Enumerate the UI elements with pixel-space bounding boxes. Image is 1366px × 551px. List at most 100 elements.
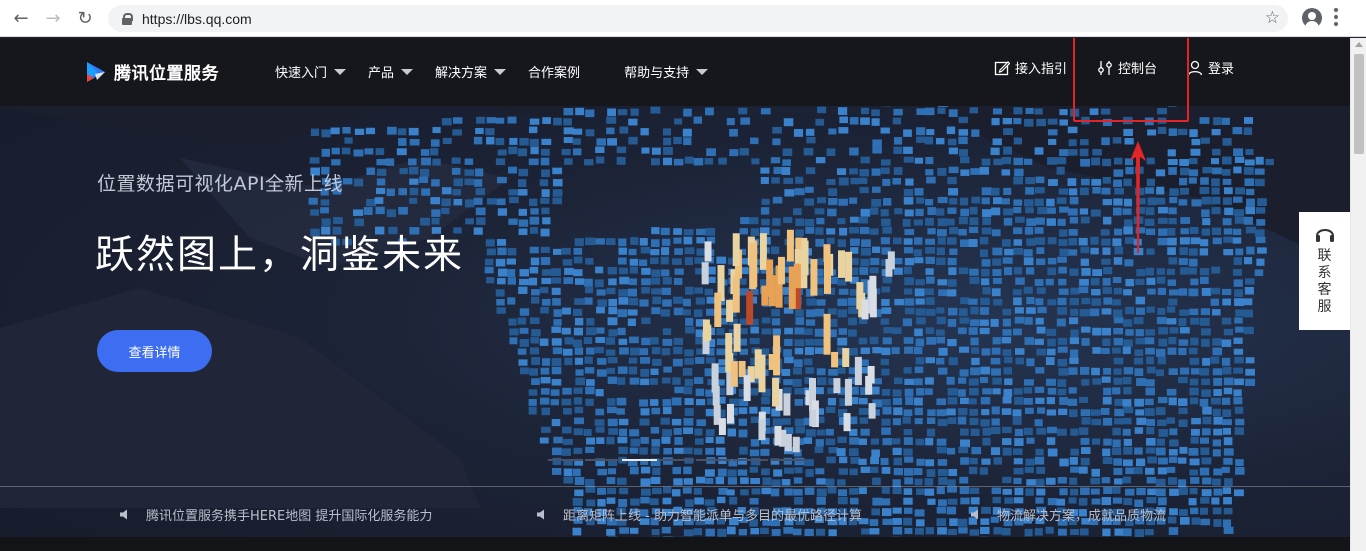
map-tile bbox=[903, 197, 914, 205]
carousel-dot[interactable] bbox=[770, 459, 805, 461]
view-details-button[interactable]: 查看详情 bbox=[97, 330, 212, 372]
map-tile bbox=[694, 287, 704, 294]
map-tile bbox=[617, 309, 628, 318]
map-tile bbox=[925, 169, 934, 176]
map-tile bbox=[1103, 216, 1112, 225]
nav-item[interactable]: 合作案例 bbox=[528, 62, 580, 81]
map-tile bbox=[1146, 426, 1155, 435]
map-tile bbox=[990, 187, 1000, 196]
map-tile bbox=[421, 157, 431, 166]
carousel-dot[interactable] bbox=[548, 459, 583, 461]
carousel-dot[interactable] bbox=[733, 459, 768, 461]
map-tile bbox=[925, 327, 935, 335]
map-tile bbox=[683, 386, 693, 395]
map-tile bbox=[1234, 289, 1243, 297]
map-tile bbox=[1212, 368, 1223, 376]
login-link[interactable]: 登录 bbox=[1187, 58, 1234, 77]
map-tile bbox=[1014, 428, 1024, 437]
map-tile bbox=[1254, 269, 1264, 277]
map-tile bbox=[586, 347, 595, 355]
map-tile bbox=[607, 108, 616, 116]
map-tile bbox=[497, 247, 507, 256]
carousel-dot[interactable] bbox=[659, 459, 694, 461]
map-tile bbox=[881, 389, 891, 396]
map-tile bbox=[858, 177, 868, 185]
map-tile bbox=[1166, 466, 1176, 473]
carousel-dot[interactable] bbox=[585, 459, 620, 461]
back-icon[interactable]: ← bbox=[10, 7, 32, 29]
map-tile bbox=[1035, 237, 1046, 245]
map-tile bbox=[1113, 458, 1123, 466]
map-tile bbox=[673, 447, 684, 454]
star-icon[interactable]: ☆ bbox=[1265, 8, 1280, 28]
map-tile bbox=[1103, 297, 1113, 305]
scroll-thumb[interactable] bbox=[1354, 54, 1364, 154]
guide-link[interactable]: 接入指引 bbox=[994, 58, 1067, 77]
map-tile bbox=[979, 377, 989, 384]
map-tile bbox=[1178, 376, 1188, 384]
address-bar[interactable]: https://lbs.qq.com ☆ bbox=[108, 5, 1288, 32]
map-tile bbox=[539, 397, 550, 405]
map-tile bbox=[430, 197, 441, 205]
site-logo[interactable]: 腾讯位置服务 bbox=[85, 59, 219, 84]
map-bar bbox=[704, 324, 712, 341]
map-tile bbox=[354, 178, 364, 187]
profile-icon[interactable] bbox=[1302, 8, 1322, 28]
map-tile bbox=[881, 347, 891, 356]
nav-item[interactable]: 帮助与支持 bbox=[624, 62, 709, 81]
user-icon bbox=[1187, 60, 1203, 75]
map-tile bbox=[518, 286, 528, 294]
map-tile bbox=[948, 198, 958, 205]
map-tile bbox=[639, 299, 649, 307]
map-tile bbox=[551, 358, 562, 366]
map-tile bbox=[618, 446, 628, 455]
map-tile bbox=[960, 297, 970, 305]
menu-icon[interactable] bbox=[1334, 8, 1338, 26]
scroll-up-icon[interactable] bbox=[1355, 42, 1363, 47]
map-tile bbox=[1081, 447, 1091, 455]
map-tile bbox=[882, 198, 892, 206]
map-tile bbox=[1201, 428, 1211, 436]
news-item[interactable]: 物流解决方案，成就品质物流 bbox=[970, 505, 1166, 524]
map-tile bbox=[528, 277, 538, 286]
map-tile bbox=[1068, 387, 1077, 394]
nav-item[interactable]: 解决方案 bbox=[435, 62, 507, 81]
map-tile bbox=[507, 166, 517, 174]
reload-icon[interactable]: ↻ bbox=[74, 7, 96, 29]
news-item[interactable]: 距离矩阵上线 - 助力智能派单与多目的最优路径计算 bbox=[536, 505, 862, 524]
carousel-dot[interactable] bbox=[622, 459, 657, 461]
map-tile bbox=[1188, 448, 1199, 456]
map-tile bbox=[971, 196, 981, 204]
map-tile bbox=[968, 398, 977, 405]
page-scrollbar[interactable] bbox=[1350, 38, 1366, 551]
map-tile bbox=[497, 208, 508, 216]
map-tile bbox=[946, 376, 955, 385]
map-tile bbox=[518, 208, 528, 216]
map-tile bbox=[839, 116, 848, 124]
forward-icon[interactable]: → bbox=[42, 7, 64, 29]
map-tile bbox=[607, 398, 616, 406]
map-tile bbox=[783, 349, 792, 357]
map-tile bbox=[608, 306, 618, 315]
carousel-dot[interactable] bbox=[696, 459, 731, 461]
nav-item[interactable]: 快速入门 bbox=[275, 62, 347, 81]
map-tile bbox=[816, 478, 826, 485]
map-tile bbox=[506, 258, 516, 265]
map-tile bbox=[673, 427, 682, 435]
map-tile bbox=[1135, 307, 1145, 315]
map-tile bbox=[926, 276, 935, 284]
map-tile bbox=[1092, 347, 1101, 354]
map-tile bbox=[1013, 117, 1022, 125]
map-tile bbox=[572, 468, 581, 477]
map-tile bbox=[529, 227, 538, 234]
map-tile bbox=[1113, 368, 1122, 375]
map-tile bbox=[682, 367, 693, 376]
map-tile bbox=[805, 128, 815, 136]
map-tile bbox=[992, 138, 1002, 146]
contact-support-tab[interactable]: 联系客服 bbox=[1299, 212, 1350, 330]
nav-item[interactable]: 产品 bbox=[368, 62, 414, 81]
map-tile bbox=[816, 217, 825, 225]
nav-item-label: 解决方案 bbox=[435, 66, 488, 81]
news-item[interactable]: 腾讯位置服务携手HERE地图 提升国际化服务能力 bbox=[119, 505, 432, 524]
map-tile bbox=[1013, 107, 1023, 115]
